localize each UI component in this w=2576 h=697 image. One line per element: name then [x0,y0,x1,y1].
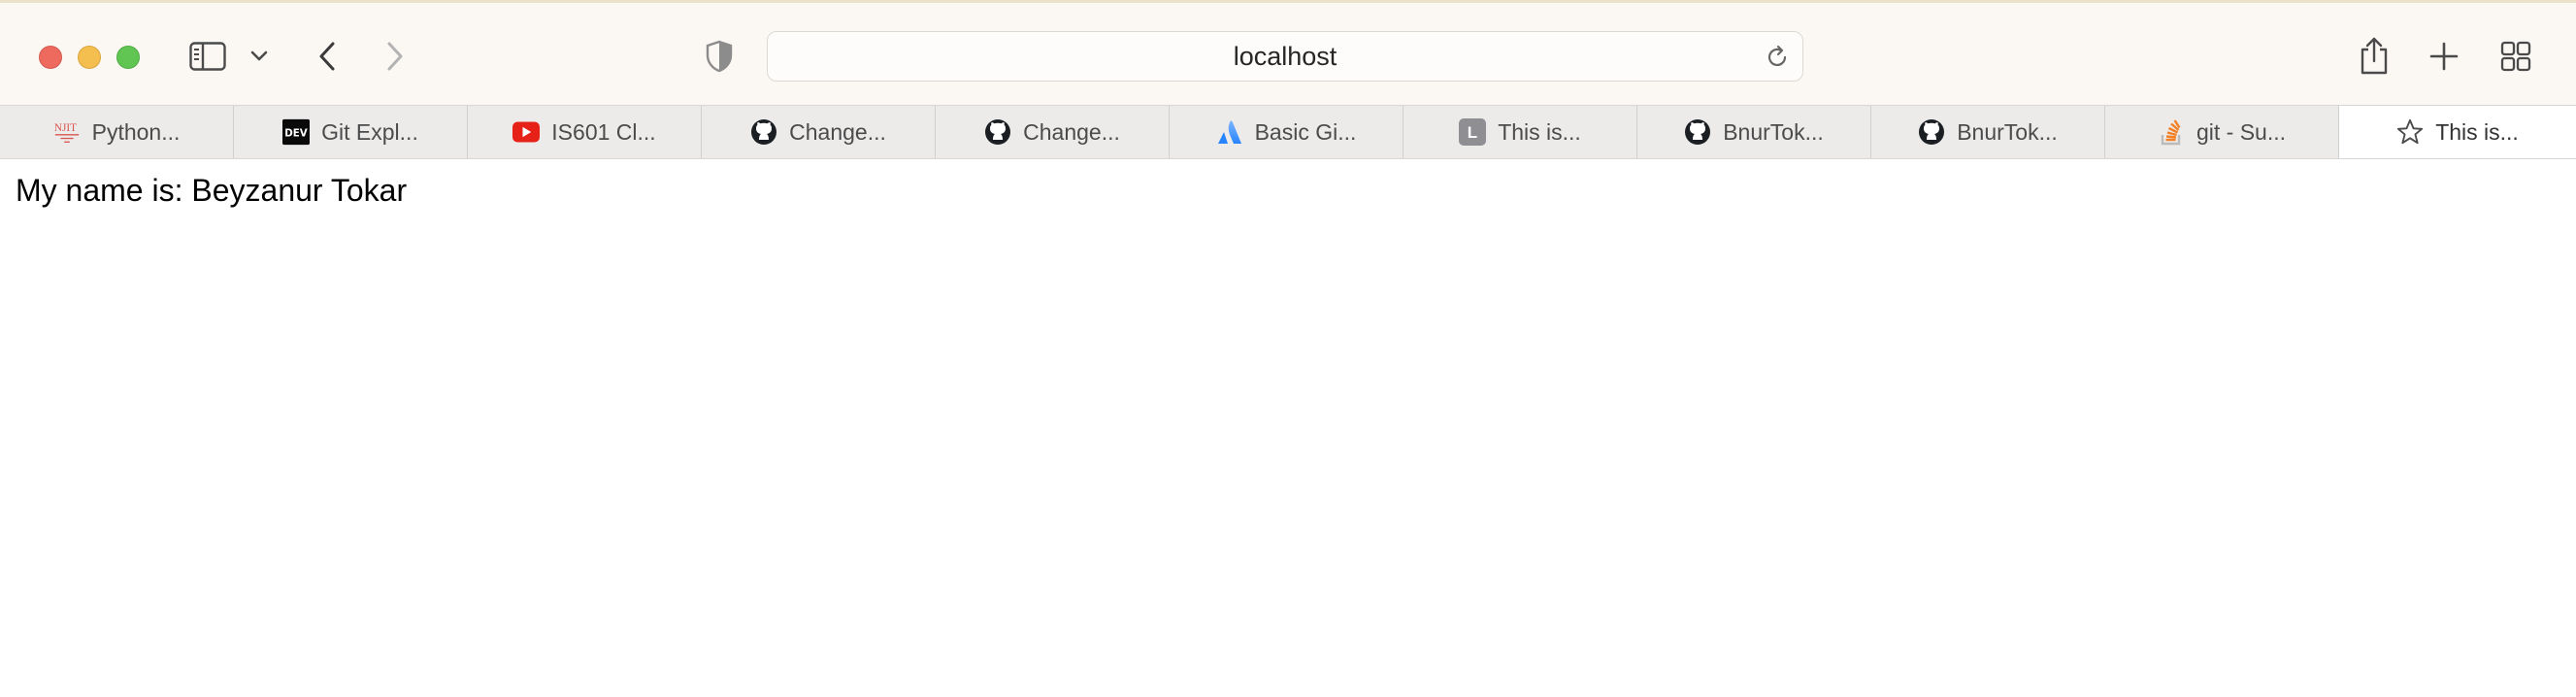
tab-bnurtok-2[interactable]: BnurTok... [1871,106,2105,158]
github-icon [984,118,1011,146]
browser-toolbar: localhost [0,0,2576,105]
njit-icon: NJIT [53,118,81,146]
share-icon[interactable] [2357,34,2392,77]
tab-label: This is... [1498,118,1581,145]
stackoverflow-icon [2158,118,2185,146]
github-icon [1684,118,1711,146]
chevron-right-icon[interactable] [379,38,412,75]
youtube-icon [512,118,541,146]
tab-this-is-active[interactable]: This is... [2339,106,2576,158]
tab-git-su[interactable]: git - Su... [2105,106,2339,158]
letter-l-icon: L [1459,118,1487,146]
tab-label: Basic Gi... [1254,118,1357,145]
reload-icon[interactable] [1764,44,1791,71]
chevron-down-icon[interactable] [248,46,270,67]
browser-window: localhost NJIT Python... DEV Git Expl...… [0,0,2576,697]
tab-label: Python... [91,118,181,145]
svg-text:L: L [1468,123,1477,142]
svg-text:DEV: DEV [284,128,308,140]
tab-label: This is... [2435,118,2519,145]
tab-bnurtok-1[interactable]: BnurTok... [1637,106,1871,158]
close-window-button[interactable] [39,46,62,69]
chevron-left-icon[interactable] [311,38,344,75]
tab-git-explained[interactable]: DEV Git Expl... [234,106,468,158]
page-content: My name is: Beyzanur Tokar [0,159,2576,697]
tab-is601[interactable]: IS601 Cl... [468,106,702,158]
address-bar[interactable]: localhost [767,31,1803,82]
sidebar-icon[interactable] [188,40,227,73]
tab-label: BnurTok... [1957,118,2058,145]
tab-label: BnurTok... [1723,118,1824,145]
tab-label: git - Su... [2196,118,2287,145]
github-icon [750,118,777,146]
github-icon [1918,118,1945,146]
atlassian-icon [1216,118,1243,146]
minimize-window-button[interactable] [78,46,101,69]
tab-label: Git Expl... [321,118,418,145]
tab-label: Change... [1023,118,1120,145]
tab-changes-1[interactable]: Change... [702,106,936,158]
tab-label: IS601 Cl... [551,118,656,145]
star-icon [2396,118,2424,146]
tab-python[interactable]: NJIT Python... [0,106,234,158]
shield-icon[interactable] [703,39,736,74]
tab-label: Change... [789,118,886,145]
plus-icon[interactable] [2427,39,2461,74]
grid-icon[interactable] [2498,40,2533,73]
tab-this-is-1[interactable]: L This is... [1404,106,1637,158]
page-text: My name is: Beyzanur Tokar [16,173,408,208]
tab-changes-2[interactable]: Change... [936,106,1170,158]
tab-basic-git[interactable]: Basic Gi... [1170,106,1404,158]
maximize-window-button[interactable] [116,46,140,69]
svg-text:NJIT: NJIT [54,122,77,134]
dev-icon: DEV [282,118,311,146]
address-text: localhost [1233,41,1338,71]
tab-bar: NJIT Python... DEV Git Expl... IS601 Cl.… [0,105,2576,159]
